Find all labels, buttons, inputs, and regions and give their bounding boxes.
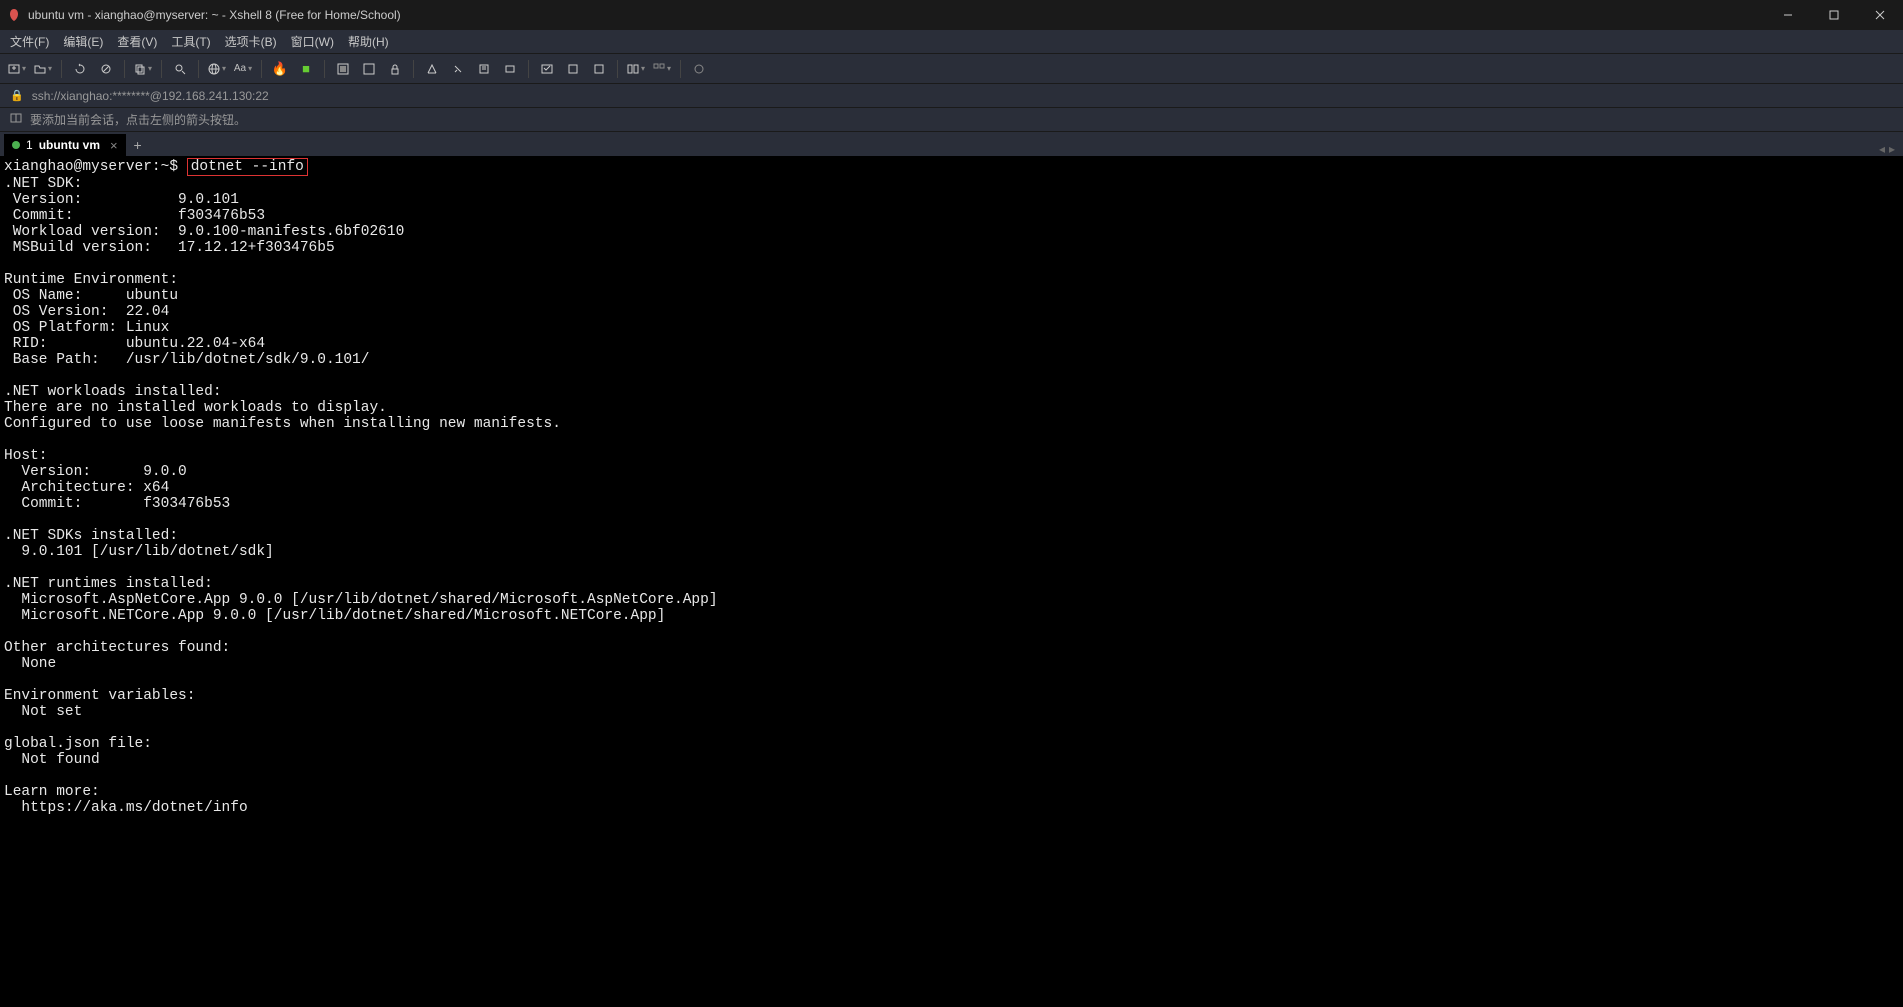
shell-prompt: xianghao@myserver:~$	[4, 159, 178, 175]
close-button[interactable]	[1857, 0, 1903, 30]
quick-button-2[interactable]	[588, 58, 610, 80]
toolbar-separator	[161, 60, 162, 78]
window-title: ubuntu vm - xianghao@myserver: ~ - Xshel…	[28, 8, 1765, 22]
tab-label: ubuntu vm	[39, 138, 100, 152]
hint-text: 要添加当前会话，点击左侧的箭头按钮。	[30, 111, 246, 128]
copy-button[interactable]	[132, 58, 154, 80]
terminal-output: .NET SDK: Version: 9.0.101 Commit: f3034…	[4, 176, 1899, 816]
maximize-button[interactable]	[1811, 0, 1857, 30]
toolbar-separator	[413, 60, 414, 78]
open-session-button[interactable]	[32, 58, 54, 80]
toolbar-separator	[528, 60, 529, 78]
menu-view[interactable]: 查看(V)	[117, 33, 157, 50]
session-address[interactable]: ssh://xianghao:********@192.168.241.130:…	[32, 89, 269, 103]
capture-button[interactable]	[499, 58, 521, 80]
app-icon	[6, 7, 22, 23]
toolbar-separator	[124, 60, 125, 78]
font-button[interactable]: Aa	[232, 58, 254, 80]
tab-index: 1	[26, 138, 33, 152]
hint-bar: 要添加当前会话，点击左侧的箭头按钮。	[0, 108, 1903, 132]
arrange-button[interactable]	[651, 58, 673, 80]
menu-tabs[interactable]: 选项卡(B)	[225, 33, 277, 50]
tab-nav-left[interactable]: ◂	[1879, 142, 1885, 156]
toolbar: Aa 🔥 ■	[0, 54, 1903, 84]
session-tab[interactable]: 1 ubuntu vm ×	[4, 134, 126, 156]
menu-help[interactable]: 帮助(H)	[348, 33, 389, 50]
log-button[interactable]	[473, 58, 495, 80]
xagent-button[interactable]: ■	[295, 58, 317, 80]
tab-bar: 1 ubuntu vm × + ◂ ▸	[0, 132, 1903, 156]
chat-button[interactable]	[688, 58, 710, 80]
menubar: 文件(F) 编辑(E) 查看(V) 工具(T) 选项卡(B) 窗口(W) 帮助(…	[0, 30, 1903, 54]
tab-close-button[interactable]: ×	[110, 138, 118, 153]
menu-window[interactable]: 窗口(W)	[291, 33, 334, 50]
toolbar-separator	[324, 60, 325, 78]
send-button[interactable]	[536, 58, 558, 80]
clear-button[interactable]	[447, 58, 469, 80]
menu-edit[interactable]: 编辑(E)	[63, 33, 103, 50]
toolbar-separator	[617, 60, 618, 78]
xftp-button[interactable]: 🔥	[269, 58, 291, 80]
encoding-button[interactable]	[206, 58, 228, 80]
menu-file[interactable]: 文件(F)	[10, 33, 49, 50]
address-bar: 🔒 ssh://xianghao:********@192.168.241.13…	[0, 84, 1903, 108]
new-tab-button[interactable]: +	[126, 134, 150, 156]
reconnect-button[interactable]	[69, 58, 91, 80]
connection-status-icon	[12, 141, 20, 149]
split-button[interactable]	[625, 58, 647, 80]
lock-icon: 🔒	[10, 89, 24, 102]
fullscreen-button[interactable]	[332, 58, 354, 80]
minimize-button[interactable]	[1765, 0, 1811, 30]
toolbar-separator	[261, 60, 262, 78]
toolbar-separator	[198, 60, 199, 78]
toolbar-separator	[680, 60, 681, 78]
highlight-button[interactable]	[421, 58, 443, 80]
disconnect-button[interactable]	[95, 58, 117, 80]
toolbar-separator	[61, 60, 62, 78]
command-highlight: dotnet --info	[187, 158, 308, 176]
hint-icon	[10, 112, 22, 127]
menu-tools[interactable]: 工具(T)	[171, 33, 210, 50]
transparency-button[interactable]	[358, 58, 380, 80]
window-titlebar: ubuntu vm - xianghao@myserver: ~ - Xshel…	[0, 0, 1903, 30]
terminal-area[interactable]: xianghao@myserver:~$ dotnet --info .NET …	[0, 156, 1903, 1007]
lock-button[interactable]	[384, 58, 406, 80]
quick-button-1[interactable]	[562, 58, 584, 80]
new-session-button[interactable]	[6, 58, 28, 80]
search-button[interactable]	[169, 58, 191, 80]
tab-nav-right[interactable]: ▸	[1889, 142, 1895, 156]
